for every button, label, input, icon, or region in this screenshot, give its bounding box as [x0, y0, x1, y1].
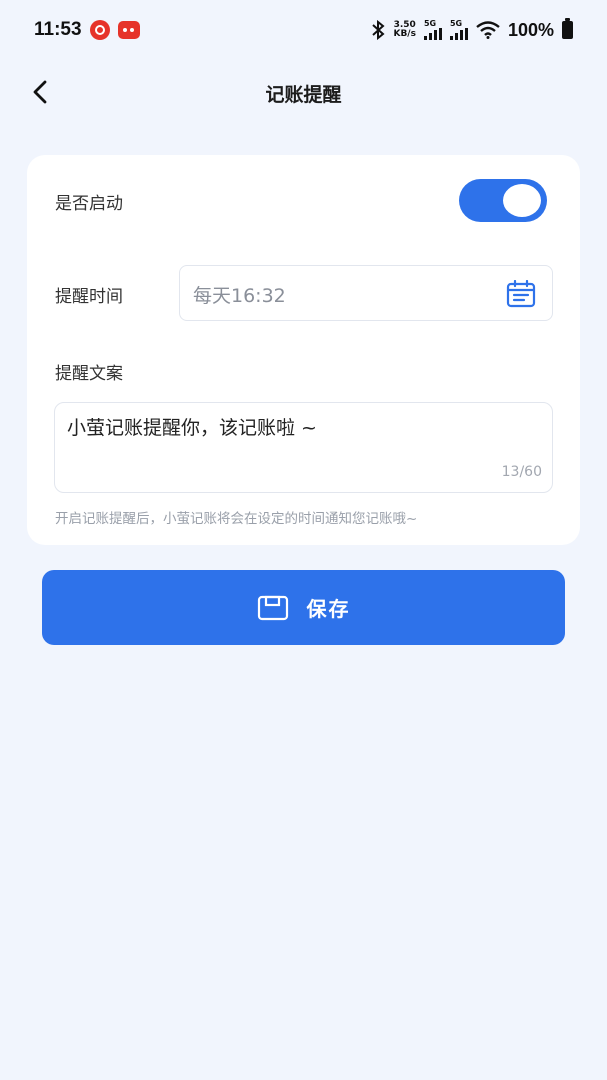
save-disk-icon	[257, 595, 288, 620]
status-time: 11:53	[34, 19, 82, 40]
reminder-text-area[interactable]: 小萤记账提醒你，该记账啦 ~ 13/60	[54, 402, 553, 493]
enable-label: 是否启动	[55, 194, 123, 214]
nav-bar: 记账提醒	[0, 62, 607, 122]
status-bar: 11:53 3.50 KB/s 5G 5G 100%	[0, 0, 607, 60]
signal-2: 5G	[449, 19, 468, 40]
calendar-icon[interactable]	[506, 280, 536, 308]
signal-bars-icon	[423, 28, 442, 40]
text-label: 提醒文案	[55, 364, 123, 384]
signal-1: 5G	[423, 19, 442, 40]
toggle-knob	[503, 184, 541, 217]
status-right: 3.50 KB/s 5G 5G 100%	[371, 18, 573, 41]
reminder-time-field[interactable]: 每天16:32	[179, 265, 553, 321]
battery-percent: 100%	[507, 19, 554, 40]
wifi-icon	[476, 21, 500, 39]
save-button[interactable]: 保存	[42, 570, 565, 645]
reminder-text-value: 小萤记账提醒你，该记账啦 ~	[67, 417, 317, 439]
page-title: 记账提醒	[265, 84, 342, 106]
reminder-time-value: 每天16:32	[193, 285, 286, 307]
bluetooth-icon	[372, 20, 386, 40]
hint-text: 开启记账提醒后，小萤记账将会在设定的时间通知您记账哦~	[55, 511, 418, 527]
signal-2-tag: 5G	[449, 19, 463, 28]
time-label: 提醒时间	[55, 287, 123, 307]
game-app-icon	[117, 21, 140, 39]
signal-bars-icon	[449, 28, 468, 40]
netease-music-icon	[89, 20, 110, 40]
battery-icon	[562, 18, 573, 39]
settings-card: 是否启动 提醒时间 每天16:32 提醒文案 小萤记账提醒你，该记账啦 ~ 13…	[27, 155, 580, 545]
net-speed: 3.50 KB/s	[393, 21, 415, 39]
net-speed-unit: KB/s	[393, 29, 416, 39]
save-label: 保存	[306, 597, 351, 621]
char-count: 13/60	[501, 464, 542, 480]
enable-toggle[interactable]	[459, 179, 547, 222]
signal-1-tag: 5G	[423, 19, 437, 28]
status-left: 11:53	[34, 19, 140, 41]
